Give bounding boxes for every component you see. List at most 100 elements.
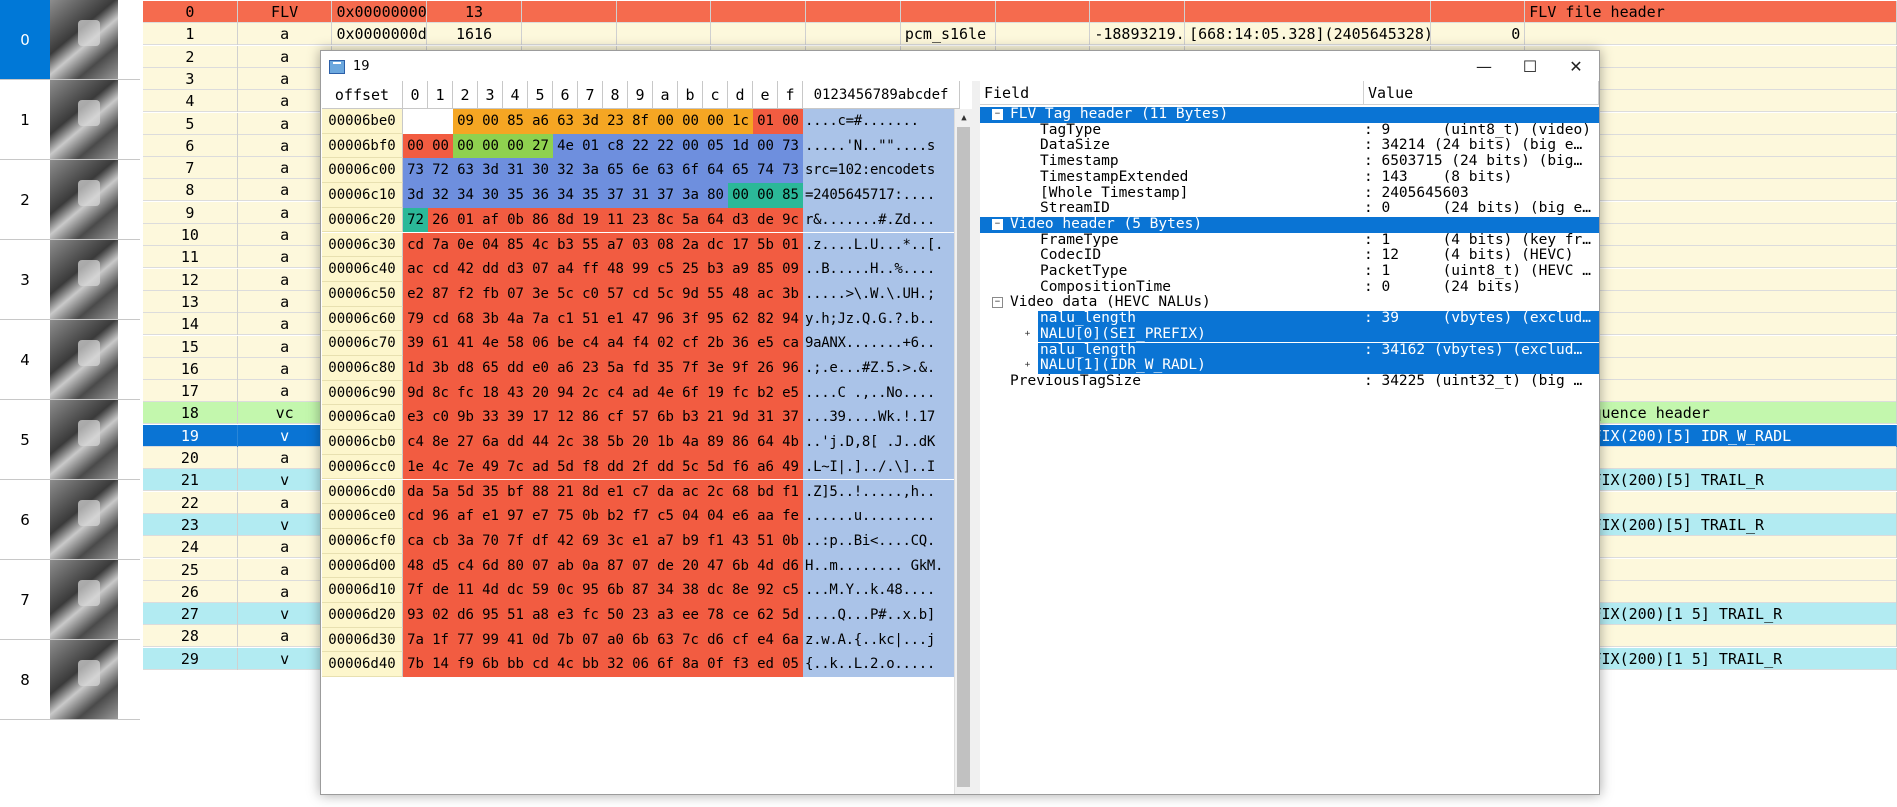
hex-byte[interactable]: 4a [678,430,703,455]
hex-byte[interactable]: 36 [728,331,753,356]
expand-icon[interactable]: + [1022,360,1033,372]
hex-scrollbar[interactable]: ▲ [954,109,972,794]
tree-row[interactable]: − Video header (5 Bytes) [980,216,1599,233]
column-field[interactable]: Field [980,81,1364,105]
hex-byte[interactable]: 57 [628,405,653,431]
hex-row[interactable]: 00006be0 09 00 85 a6 63 3d 23 8f 00 00 00 1c 01 00....… [322,109,960,134]
hex-byte[interactable]: cb [428,528,453,554]
hex-byte[interactable]: 82 [753,306,778,332]
hex-byte[interactable]: 47 [703,553,728,579]
hex-byte[interactable]: dc [703,578,728,603]
table-row[interactable]: 0 FLV 0x00000000 13 FLV file header [143,1,1897,23]
hex-row[interactable]: 00006d40 7b 14 f9 6b bb cd 4c bb 32 06 6f 8a 0f f3 ed 05… [322,652,960,678]
hex-byte[interactable]: af [478,207,503,233]
hex-byte[interactable]: 06 [628,652,653,678]
hex-byte[interactable]: dd [503,356,528,381]
hex-byte[interactable]: 57 [603,281,628,307]
hex-byte[interactable]: 65 [728,158,753,184]
hex-byte[interactable]: 02 [653,331,678,356]
hex-byte[interactable]: c1 [553,306,578,332]
hex-row[interactable]: 00006c70 39 61 41 4e 58 06 be c4 a4 f4 02 cf 2b 36 e5 ca… [322,331,960,356]
hex-byte[interactable]: 23 [628,207,653,233]
hex-byte[interactable]: 11 [453,578,478,603]
hex-byte[interactable]: 38 [578,430,603,455]
hex-byte[interactable]: 62 [753,603,778,628]
hex-byte[interactable]: c5 [653,504,678,529]
hex-byte[interactable]: e4 [753,627,778,653]
hex-byte[interactable]: cf [678,331,703,356]
hex-byte[interactable]: e1 [628,528,653,554]
hex-byte[interactable]: fe [778,504,803,529]
hex-byte[interactable]: 20 [678,553,703,579]
hex-byte[interactable]: 08 [653,232,678,258]
hex-byte[interactable]: 0e [453,232,478,258]
hex-byte[interactable]: 5d [453,479,478,505]
hex-byte[interactable]: 49 [778,454,803,480]
hex-byte[interactable]: 85 [778,183,803,208]
scroll-up-icon[interactable]: ▲ [955,109,972,126]
hex-byte[interactable]: 51 [753,528,778,554]
hex-byte[interactable]: 0f [703,652,728,678]
hex-byte[interactable]: 4a [503,306,528,332]
hex-byte[interactable]: 63 [553,109,578,134]
thumbnail-group[interactable]: 0 [0,0,140,80]
hex-byte[interactable]: 55 [703,281,728,307]
hex-row[interactable]: 00006c90 9d 8c fc 18 43 20 94 2c c4 ad 4e 6f 19 fc b2 e5… [322,380,960,406]
thumbnail-group[interactable]: 3 [0,240,140,320]
hex-byte[interactable]: 06 [528,331,553,356]
tree-row[interactable]: CodecID: 12 (4 bits) (HEVC) [980,248,1599,264]
hex-byte[interactable]: 8c [428,380,453,406]
hex-byte[interactable]: 1c [728,109,753,134]
hex-byte[interactable]: 96 [778,356,803,381]
hex-byte[interactable]: 9d [403,380,428,406]
hex-byte[interactable]: ee [678,603,703,628]
hex-byte[interactable]: 51 [578,306,603,332]
hex-byte[interactable]: 7a [403,627,428,653]
hex-byte[interactable]: b9 [678,528,703,554]
hex-byte[interactable]: 8d [578,479,603,505]
hex-byte[interactable]: e3 [403,405,428,431]
hex-byte[interactable]: 89 [703,430,728,455]
hex-byte[interactable]: b2 [753,380,778,406]
tree-row[interactable]: nalu_length: 34162 (vbytes) (exclud… [980,342,1599,359]
hex-byte[interactable]: 30 [528,158,553,184]
hex-byte[interactable]: a6 [528,109,553,134]
hex-byte[interactable]: ed [753,652,778,678]
hex-byte[interactable]: 7c [678,627,703,653]
hex-byte[interactable]: 0b [778,528,803,554]
hex-byte[interactable]: 73 [403,158,428,184]
hex-byte[interactable]: 21 [703,405,728,431]
hex-byte[interactable]: 6a [778,627,803,653]
hex-byte[interactable]: d3 [503,257,528,282]
hex-byte[interactable]: bf [503,479,528,505]
hex-byte[interactable]: 1b [653,430,678,455]
hex-row[interactable]: 00006d30 7a 1f 77 99 41 0d 7b 07 a0 6b 63 7c d6 cf e4 6a… [322,627,960,653]
hex-row[interactable]: 00006cc0 1e 4c 7e 49 7c ad 5d f8 dd 2f dd 5c 5d f6 a6 49… [322,454,960,480]
hex-byte[interactable]: 14 [428,652,453,678]
hex-byte[interactable]: 4d [753,553,778,579]
hex-byte[interactable]: 3c [603,528,628,554]
hex-byte[interactable]: c8 [603,133,628,159]
hex-byte[interactable]: 00 [728,183,753,208]
hex-byte[interactable]: 17 [528,405,553,431]
hex-byte[interactable]: cd [528,652,553,678]
hex-byte[interactable]: 17 [728,232,753,258]
hex-row[interactable]: 00006c60 79 cd 68 3b 4a 7a c1 51 e1 47 96 3f 95 62 82 94… [322,306,960,332]
hex-byte[interactable]: 18 [478,380,503,406]
hex-byte[interactable]: 48 [403,553,428,579]
hex-byte[interactable]: 64 [753,430,778,455]
hex-byte[interactable] [403,109,428,134]
hex-byte[interactable]: 86 [528,207,553,233]
hex-byte[interactable]: de [653,553,678,579]
hex-byte[interactable]: 00 [653,109,678,134]
hex-byte[interactable]: 72 [403,207,428,233]
hex-byte[interactable]: 55 [578,232,603,258]
thumbnail-group[interactable]: 5 [0,400,140,480]
hex-byte[interactable]: 05 [703,133,728,159]
hex-byte[interactable]: 5c [653,281,678,307]
hex-byte[interactable]: 99 [628,257,653,282]
hex-byte[interactable]: 39 [503,405,528,431]
hex-byte[interactable]: 79 [403,306,428,332]
hex-byte[interactable]: 0d [528,627,553,653]
hex-byte[interactable]: 33 [478,405,503,431]
